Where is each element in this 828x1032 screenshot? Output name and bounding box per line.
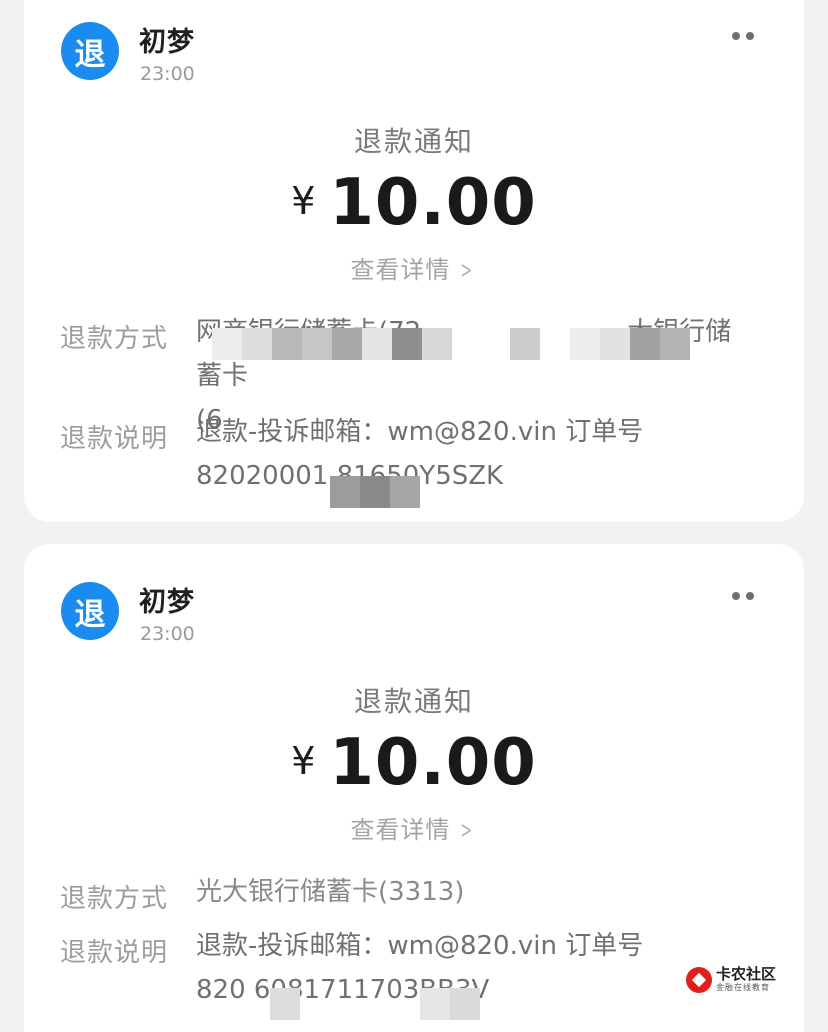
view-details-link[interactable]: 查看详情 > [24, 810, 804, 845]
refund-description-label: 退款说明 [60, 424, 169, 454]
refund-method-label: 退款方式 [60, 884, 169, 914]
refund-notification-card[interactable]: 退 初梦 23:00 退款通知 ¥10.00 查看详情> 退款方式 网商银行储蓄… [24, 0, 804, 522]
sender-name: 初梦 [139, 27, 195, 58]
refund-description-label: 退款说明 [60, 938, 169, 968]
refund-notification-card[interactable]: 退 初梦 23:00 退款通知 ¥10.00 查看详情 > 退款方式 光大银行储蓄… [24, 544, 804, 1032]
privacy-mosaic [270, 988, 300, 1020]
message-time: 23:00 [140, 63, 195, 85]
chevron-right-icon: > [460, 256, 474, 284]
refund-description-line1: 退款-投诉邮箱：wm@820.vin 订单号 [196, 931, 644, 961]
notification-feed: 退 初梦 23:00 退款通知 ¥10.00 查看详情> 退款方式 网商银行储蓄… [0, 0, 828, 1032]
currency-symbol: ¥ [291, 179, 316, 223]
refund-amount: ¥10.00 [24, 726, 804, 800]
more-dots-icon[interactable] [732, 31, 754, 41]
watermark-title: 卡农社区 [716, 965, 777, 983]
watermark-subtitle: 金融在线教育 [716, 983, 770, 992]
notification-title: 退款通知 [353, 125, 474, 158]
view-details-label: 查看详情 [350, 256, 451, 284]
refund-avatar-icon: 退 [61, 22, 119, 80]
chevron-right-icon: > [460, 816, 474, 844]
refund-description-line1: 退款-投诉邮箱：wm@820.vin 订单号 [196, 417, 644, 447]
message-time: 23:00 [140, 623, 195, 645]
view-details-link[interactable]: 查看详情 > [24, 250, 804, 285]
refund-method-value: 光大银行储蓄卡(3313) [196, 870, 756, 914]
watermark: 卡农社区 金融在线教育 [686, 966, 776, 993]
more-dots-icon[interactable] [732, 591, 754, 601]
privacy-mosaic [420, 988, 480, 1020]
watermark-logo-icon [686, 966, 712, 993]
notification-title: 退款通知 [353, 685, 474, 718]
refund-description-value: 退款-投诉邮箱：wm@820.vin 订单号 82020001 81650Y5S… [196, 410, 756, 498]
refund-avatar-icon: 退 [61, 582, 119, 640]
privacy-mosaic [212, 328, 452, 360]
sender-name: 初梦 [139, 587, 195, 618]
refund-method-label: 退款方式 [60, 324, 169, 354]
view-details-label: 查看详情 [350, 816, 451, 844]
refund-description-line2: 82020001 81650Y5SZK [196, 461, 503, 491]
amount-value: 10.00 [329, 166, 537, 240]
currency-symbol: ¥ [291, 739, 316, 783]
privacy-mosaic [330, 476, 420, 508]
refund-method-text: 光大银行储蓄卡(3313) [196, 877, 465, 907]
privacy-mosaic [510, 328, 690, 360]
refund-amount: ¥10.00 [24, 166, 804, 240]
amount-value: 10.00 [329, 726, 537, 800]
